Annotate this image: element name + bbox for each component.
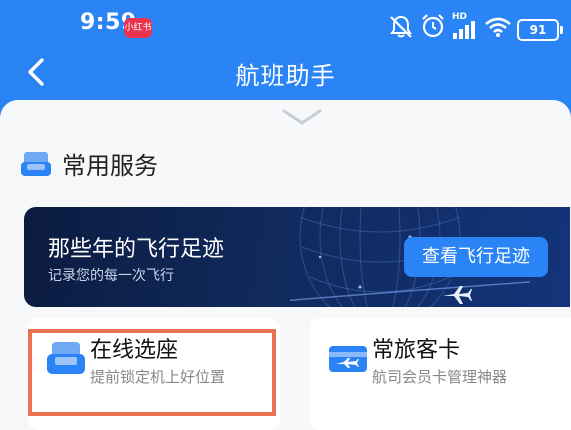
- status-bar: 9:59 小红书 HD 91: [0, 0, 571, 44]
- highlight-box: [28, 329, 276, 416]
- section-title: 常用服务: [62, 152, 158, 180]
- content-sheet: 常用服务 那些年的飞行足迹 记录您的每一次飞行 查看飞行足迹 在线选座 提前锁定…: [0, 100, 571, 430]
- card-title: 常旅客卡: [372, 338, 461, 363]
- view-flight-footprint-button[interactable]: 查看飞行足迹: [404, 237, 548, 277]
- seat-icon: [21, 152, 51, 176]
- mute-bell-icon: [390, 15, 412, 38]
- card-subtitle: 航司会员卡管理神器: [372, 368, 508, 386]
- airplane-icon: [443, 286, 472, 304]
- flight-footprint-banner[interactable]: 那些年的飞行足迹 记录您的每一次飞行 查看飞行足迹: [24, 207, 570, 307]
- banner-title: 那些年的飞行足迹: [48, 237, 225, 262]
- alarm-icon: [422, 14, 444, 38]
- cellular-signal-icon: [453, 21, 475, 39]
- membership-card-icon: [329, 346, 367, 372]
- app-notification-badge: 小红书: [124, 18, 152, 38]
- chevron-down-icon[interactable]: [282, 108, 322, 126]
- banner-subtitle: 记录您的每一次飞行: [48, 268, 174, 284]
- frequent-flyer-card[interactable]: 常旅客卡 航司会员卡管理神器: [310, 318, 571, 430]
- nav-bar: 航班助手: [0, 44, 571, 100]
- wifi-icon: [485, 17, 511, 37]
- battery-indicator: 91: [517, 19, 563, 41]
- page-title: 航班助手: [235, 62, 336, 90]
